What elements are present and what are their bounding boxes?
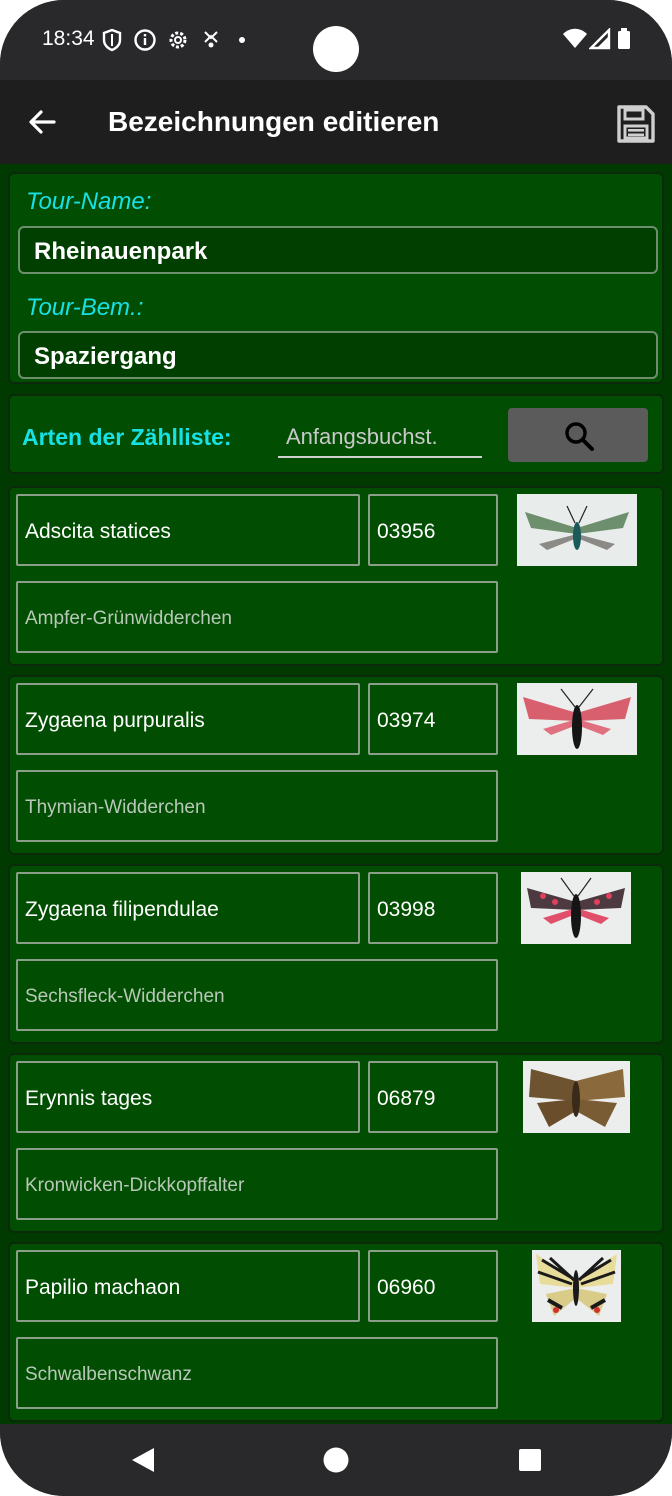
tour-name-label: Tour-Name: <box>26 188 152 215</box>
species-code-field[interactable]: 06960 <box>368 1250 498 1322</box>
common-name-field[interactable]: Ampfer-Grünwidderchen <box>16 581 498 653</box>
tour-name-field[interactable]: Rheinauenpark <box>18 226 658 274</box>
species-card: Adscita statices 03956 Ampfer-Grünwidder… <box>8 486 664 666</box>
species-code-field[interactable]: 06879 <box>368 1061 498 1133</box>
status-time: 18:34 <box>42 27 95 50</box>
content-area: Tour-Name: Rheinauenpark Tour-Bem.: Spaz… <box>0 164 672 1424</box>
scientific-name-field[interactable]: Papilio machaon <box>16 1250 360 1322</box>
moth-image <box>517 683 637 755</box>
species-code-field[interactable]: 03974 <box>368 683 498 755</box>
location-icon <box>204 31 218 48</box>
app-bar: Bezeichnungen editieren <box>0 80 672 164</box>
tour-remark-field[interactable]: Spaziergang <box>18 331 658 379</box>
species-code-field[interactable]: 03998 <box>368 872 498 944</box>
camera-cutout <box>313 26 359 72</box>
dot-icon <box>239 37 245 43</box>
species-card: Zygaena purpuralis 03974 Thymian-Widderc… <box>8 675 664 855</box>
recents-square-icon[interactable] <box>518 1448 542 1472</box>
species-photo <box>517 683 637 755</box>
scientific-name-field[interactable]: Adscita statices <box>16 494 360 566</box>
tour-panel: Tour-Name: Rheinauenpark Tour-Bem.: Spaz… <box>8 172 664 384</box>
species-card: Papilio machaon 06960 Schwalbenschwanz <box>8 1242 664 1422</box>
common-name-field[interactable]: Schwalbenschwanz <box>16 1337 498 1409</box>
arrow-left-icon[interactable] <box>24 104 60 140</box>
common-name-field[interactable]: Thymian-Widderchen <box>16 770 498 842</box>
common-name-field[interactable]: Sechsfleck-Widderchen <box>16 959 498 1031</box>
species-code-field[interactable]: 03956 <box>368 494 498 566</box>
tour-remark-label: Tour-Bem.: <box>26 294 144 321</box>
settings-icon <box>169 31 187 49</box>
species-photo <box>521 872 631 944</box>
info-icon <box>134 29 156 51</box>
moth-image <box>517 494 637 566</box>
device-frame: 18:34 Bezeichnungen editieren Tour-Name:… <box>0 0 672 1496</box>
filter-panel: Arten der Zählliste: <box>8 394 664 474</box>
species-card: Zygaena filipendulae 03998 Sechsfleck-Wi… <box>8 864 664 1044</box>
species-card: Erynnis tages 06879 Kronwicken-Dickkopff… <box>8 1053 664 1233</box>
common-name-field[interactable]: Kronwicken-Dickkopffalter <box>16 1148 498 1220</box>
back-triangle-icon[interactable] <box>130 1446 156 1474</box>
scientific-name-field[interactable]: Zygaena purpuralis <box>16 683 360 755</box>
species-photo <box>517 494 637 566</box>
floppy-disk-icon[interactable] <box>616 104 656 144</box>
scientific-name-field[interactable]: Zygaena filipendulae <box>16 872 360 944</box>
status-bar: 18:34 <box>0 0 672 80</box>
home-circle-icon[interactable] <box>322 1446 350 1474</box>
navigation-bar <box>0 1424 672 1496</box>
signal-icon <box>589 28 611 50</box>
initial-letters-input[interactable] <box>278 418 482 458</box>
species-photo <box>523 1061 630 1133</box>
page-title: Bezeichnungen editieren <box>108 106 440 137</box>
species-photo <box>532 1250 621 1322</box>
butterfly-image <box>532 1250 621 1322</box>
search-icon <box>565 422 594 451</box>
search-button[interactable] <box>508 408 648 462</box>
scientific-name-field[interactable]: Erynnis tages <box>16 1061 360 1133</box>
battery-icon <box>618 28 630 49</box>
shield-icon <box>102 28 122 52</box>
species-list-label: Arten der Zählliste: <box>22 424 232 450</box>
moth-image <box>521 872 631 944</box>
wifi-icon <box>563 28 587 48</box>
moth-image <box>523 1061 630 1133</box>
